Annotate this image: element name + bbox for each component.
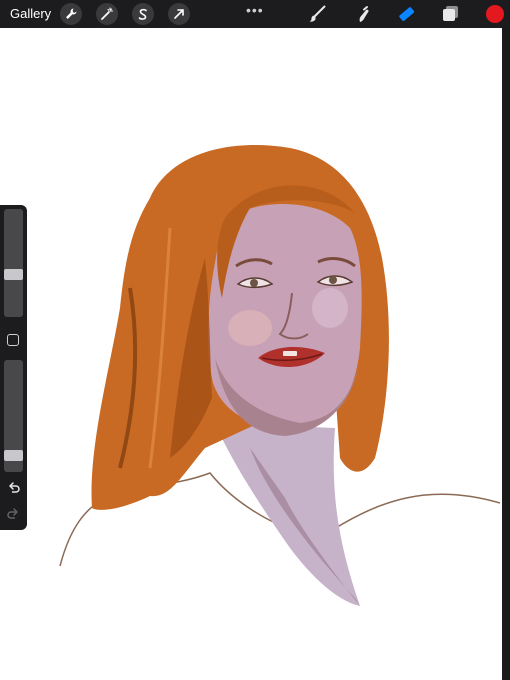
opacity-slider-thumb[interactable] — [4, 450, 23, 461]
sidebar — [0, 205, 27, 530]
transform-arrow-icon[interactable] — [168, 3, 190, 25]
opacity-slider[interactable] — [4, 360, 23, 472]
gallery-button[interactable]: Gallery — [10, 6, 51, 21]
smudge-icon[interactable] — [352, 4, 372, 24]
redo-icon[interactable] — [6, 507, 21, 522]
canvas-edge — [502, 28, 510, 680]
brush-icon[interactable] — [308, 4, 328, 24]
portrait-painting — [59, 145, 501, 606]
more-options-icon[interactable]: ••• — [246, 2, 264, 18]
selection-icon[interactable] — [132, 3, 154, 25]
eraser-icon[interactable] — [396, 4, 416, 24]
wrench-icon[interactable] — [60, 3, 82, 25]
brush-size-slider-thumb[interactable] — [4, 269, 23, 280]
brush-size-slider[interactable] — [4, 209, 23, 317]
layers-icon[interactable] — [440, 4, 460, 24]
undo-icon[interactable] — [6, 481, 21, 496]
modify-button[interactable] — [7, 334, 19, 346]
magic-wand-icon[interactable] — [96, 3, 118, 25]
drawing-canvas[interactable] — [0, 28, 502, 680]
top-toolbar: Gallery ••• — [0, 0, 510, 28]
current-color-swatch[interactable] — [486, 5, 504, 23]
